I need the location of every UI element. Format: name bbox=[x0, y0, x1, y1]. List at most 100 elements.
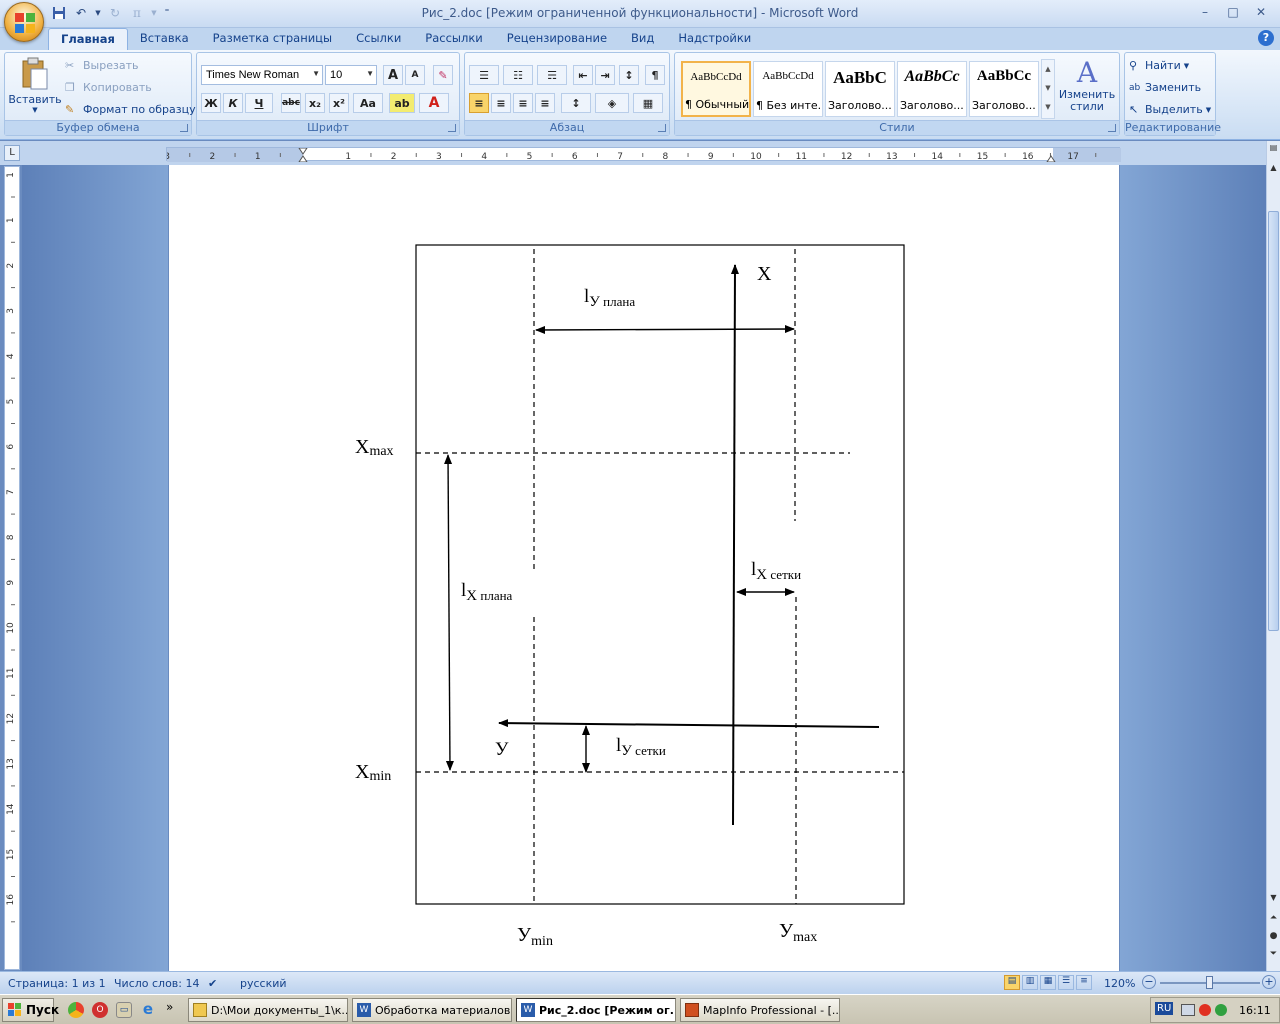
paste-button[interactable]: Вставить ▼ bbox=[8, 57, 62, 117]
quick-launch-more[interactable]: » bbox=[166, 1000, 173, 1014]
print-layout-icon[interactable]: ▤ bbox=[1004, 975, 1020, 990]
office-button[interactable] bbox=[4, 2, 44, 42]
tab-page-layout[interactable]: Разметка страницы bbox=[201, 28, 344, 50]
show-marks-button[interactable]: ¶ bbox=[645, 65, 665, 85]
increase-indent-icon[interactable]: ⇥ bbox=[595, 65, 615, 85]
italic-button[interactable]: К bbox=[223, 93, 243, 113]
desktop-icon[interactable]: ▭ bbox=[116, 1002, 132, 1018]
maximize-button[interactable]: □ bbox=[1220, 3, 1246, 21]
change-styles-button[interactable]: A Изменить стили bbox=[1057, 57, 1117, 113]
style-heading-1[interactable]: AaBbC Заголово... bbox=[825, 61, 895, 117]
style-heading-2[interactable]: AaBbCc Заголово... bbox=[897, 61, 967, 117]
cut-button[interactable]: ✂ Вырезать bbox=[65, 59, 138, 72]
line-spacing-icon[interactable]: ↕ bbox=[561, 93, 591, 113]
tray-status-icon[interactable] bbox=[1215, 1004, 1227, 1016]
previous-page-icon[interactable]: ⏶ bbox=[1267, 913, 1280, 927]
reading-layout-icon[interactable]: ▥ bbox=[1022, 975, 1038, 990]
chrome-icon[interactable] bbox=[68, 1002, 84, 1018]
style-no-spacing[interactable]: AaBbCcDd ¶ Без инте... bbox=[753, 61, 823, 117]
style-heading-3[interactable]: AaBbCc Заголово... bbox=[969, 61, 1039, 117]
horizontal-ruler[interactable]: 3 2 1 1 2 3 4 5 6 7 8 9 10 11 12 13 14 15 16 17 bbox=[164, 147, 1121, 163]
align-right-icon[interactable]: ≡ bbox=[513, 93, 533, 113]
task-mapinfo[interactable]: MapInfo Professional - [... bbox=[680, 998, 840, 1022]
bullets-icon[interactable]: ☰ bbox=[469, 65, 499, 85]
close-button[interactable]: ✕ bbox=[1248, 3, 1274, 21]
tab-home[interactable]: Главная bbox=[48, 28, 128, 50]
copy-button[interactable]: ❐ Копировать bbox=[65, 81, 152, 94]
vertical-scrollbar[interactable]: ▤ ▲ ▼ ⏶ ● ⏷ bbox=[1266, 141, 1280, 971]
grow-font-button[interactable]: A bbox=[383, 65, 403, 85]
replace-button[interactable]: ab Заменить bbox=[1129, 81, 1201, 94]
vertical-ruler[interactable]: 1 1 2 3 4 5 6 7 8 9 10 11 12 13 14 15 16 bbox=[4, 166, 20, 970]
tab-mailings[interactable]: Рассылки bbox=[413, 28, 494, 50]
highlight-icon[interactable]: ab bbox=[389, 93, 415, 113]
scroll-down-icon[interactable]: ▼ bbox=[1267, 893, 1280, 907]
help-button[interactable]: ? bbox=[1258, 30, 1274, 46]
ruler-toggle-icon[interactable]: ▤ bbox=[1267, 143, 1280, 157]
format-painter-button[interactable]: ✎ Формат по образцу bbox=[65, 103, 196, 116]
tab-addins[interactable]: Надстройки bbox=[666, 28, 763, 50]
draft-icon[interactable]: ≡ bbox=[1076, 975, 1092, 990]
zoom-out-icon[interactable]: − bbox=[1142, 975, 1156, 989]
tray-app-icon[interactable] bbox=[1199, 1004, 1211, 1016]
font-size-combo[interactable]: 10 ▼ bbox=[325, 65, 377, 85]
align-center-icon[interactable]: ≡ bbox=[491, 93, 511, 113]
tab-references[interactable]: Ссылки bbox=[344, 28, 413, 50]
align-left-icon[interactable]: ≡ bbox=[469, 93, 489, 113]
minimize-button[interactable]: – bbox=[1192, 3, 1218, 21]
clipboard-launcher-icon[interactable] bbox=[180, 124, 188, 132]
clock[interactable]: 16:11 bbox=[1239, 1004, 1271, 1017]
clear-format-icon[interactable]: ✎ bbox=[433, 65, 453, 85]
select-button[interactable]: ↖ Выделить ▼ bbox=[1129, 103, 1211, 116]
language[interactable]: русский bbox=[240, 977, 287, 990]
start-button[interactable]: Пуск bbox=[2, 998, 59, 1022]
tab-view[interactable]: Вид bbox=[619, 28, 666, 50]
bold-button[interactable]: Ж bbox=[201, 93, 221, 113]
strikethrough-button[interactable]: abc bbox=[281, 93, 301, 113]
shrink-font-button[interactable]: A bbox=[405, 65, 425, 85]
task-word-document[interactable]: W Обработка материалов... bbox=[352, 998, 512, 1022]
justify-icon[interactable]: ≡ bbox=[535, 93, 555, 113]
paragraph-launcher-icon[interactable] bbox=[658, 124, 666, 132]
network-icon[interactable] bbox=[1181, 1004, 1195, 1016]
underline-button[interactable]: Ч bbox=[245, 93, 273, 113]
task-explorer[interactable]: D:\Мои документы_1\к... bbox=[188, 998, 348, 1022]
tab-selector[interactable]: L bbox=[4, 145, 20, 161]
styles-scroll[interactable]: ▲ ▼ ▼ bbox=[1041, 59, 1055, 119]
spellcheck-icon[interactable]: ✔ bbox=[208, 977, 217, 990]
browse-object-icon[interactable]: ● bbox=[1267, 931, 1280, 945]
zoom-level[interactable]: 120% bbox=[1104, 977, 1135, 990]
change-case-button[interactable]: Aa bbox=[353, 93, 383, 113]
decrease-indent-icon[interactable]: ⇤ bbox=[573, 65, 593, 85]
outline-icon[interactable]: ☰ bbox=[1058, 975, 1074, 990]
borders-icon[interactable]: ▦ bbox=[633, 93, 663, 113]
zoom-slider[interactable] bbox=[1160, 976, 1260, 989]
style-normal[interactable]: AaBbCcDd ¶ Обычный bbox=[681, 61, 751, 117]
zoom-in-icon[interactable]: + bbox=[1262, 975, 1276, 989]
multilevel-list-icon[interactable]: ☴ bbox=[537, 65, 567, 85]
tab-insert[interactable]: Вставка bbox=[128, 28, 201, 50]
web-layout-icon[interactable]: ▦ bbox=[1040, 975, 1056, 990]
styles-launcher-icon[interactable] bbox=[1108, 124, 1116, 132]
find-button[interactable]: ⚲ Найти ▼ bbox=[1129, 59, 1189, 72]
next-page-icon[interactable]: ⏷ bbox=[1267, 949, 1280, 963]
superscript-button[interactable]: x² bbox=[329, 93, 349, 113]
ie-icon[interactable]: e bbox=[140, 1001, 156, 1017]
zoom-slider-thumb[interactable] bbox=[1206, 976, 1213, 989]
scroll-up-icon[interactable]: ▲ bbox=[1267, 163, 1280, 177]
language-indicator[interactable]: RU bbox=[1155, 1002, 1174, 1015]
task-word-active[interactable]: W Рис_2.doc [Режим ог... bbox=[516, 998, 676, 1022]
font-name-combo[interactable]: Times New Roman ▼ bbox=[201, 65, 323, 85]
opera-icon[interactable]: O bbox=[92, 1002, 108, 1018]
scroll-thumb[interactable] bbox=[1268, 211, 1279, 631]
document-page[interactable]: X У lУ плана lX плана lX сетки lУ сетки … bbox=[168, 165, 1120, 971]
word-count[interactable]: Число слов: 14 bbox=[114, 977, 200, 990]
shading-icon[interactable]: ◈ bbox=[595, 93, 629, 113]
tab-review[interactable]: Рецензирование bbox=[495, 28, 619, 50]
font-launcher-icon[interactable] bbox=[448, 124, 456, 132]
font-color-icon[interactable]: A bbox=[419, 93, 449, 113]
subscript-button[interactable]: x₂ bbox=[305, 93, 325, 113]
page-count[interactable]: Страница: 1 из 1 bbox=[8, 977, 106, 990]
sort-icon[interactable]: ↕ bbox=[619, 65, 639, 85]
numbering-icon[interactable]: ☷ bbox=[503, 65, 533, 85]
